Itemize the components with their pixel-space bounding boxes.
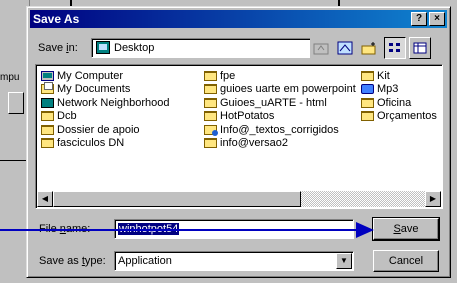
list-item[interactable]: Dossier de apoio [41, 123, 170, 137]
up-folder-icon [313, 43, 329, 55]
scroll-thumb[interactable] [53, 191, 301, 207]
list-item[interactable]: Info@_textos_corrigidos [204, 123, 356, 137]
list-item[interactable]: fasciculos DN [41, 137, 170, 151]
file-column-3: Kit Mp3 Oficina Orçamentos [361, 69, 437, 123]
scroll-right-icon[interactable]: ▶ [425, 191, 441, 207]
folder-icon [204, 97, 217, 108]
music-folder-icon [361, 84, 374, 95]
dialog-titlebar[interactable]: Save As ? × [30, 10, 447, 28]
folder-icon [361, 97, 374, 108]
desktop-icon [96, 41, 110, 54]
list-item[interactable]: My Documents [41, 82, 170, 97]
save-as-dialog: Save As ? × Save in: Desktop ▼ My Comput… [26, 6, 451, 278]
details-view-icon [413, 42, 427, 54]
background-text-fragment: mpu [0, 72, 20, 83]
save-as-type-value: Application [118, 255, 172, 267]
annotation-arrow-icon [356, 222, 374, 238]
dialog-title: Save As [33, 12, 80, 26]
save-as-type-dropdown[interactable]: Application ▼ [114, 251, 354, 271]
list-view-button[interactable] [384, 37, 406, 59]
folder-icon [204, 70, 217, 81]
list-item[interactable]: My Computer [41, 69, 170, 83]
scroll-left-icon[interactable]: ◀ [37, 191, 53, 207]
folder-icon [41, 124, 54, 135]
chevron-down-icon[interactable]: ▼ [336, 253, 352, 269]
list-item[interactable]: Guioes_uARTE - html [204, 96, 356, 110]
help-button[interactable]: ? [411, 12, 427, 26]
save-in-dropdown[interactable]: Desktop ▼ [91, 38, 330, 58]
list-item[interactable]: HotPotatos [204, 110, 356, 124]
annotation-arrow-line [0, 229, 360, 231]
background-button-fragment [8, 92, 24, 114]
up-one-level-button[interactable] [310, 37, 332, 59]
list-item[interactable]: Orçamentos [361, 110, 437, 124]
desktop-shortcut-icon [337, 41, 353, 55]
save-button[interactable]: Save [372, 217, 440, 241]
desktop-button[interactable] [334, 37, 356, 59]
list-item[interactable]: Kit [361, 69, 437, 83]
horizontal-scrollbar[interactable]: ◀ ▶ [37, 191, 441, 207]
folder-icon [204, 84, 217, 95]
details-view-button[interactable] [409, 37, 431, 59]
file-list[interactable]: My Computer My Documents Network Neighbo… [35, 64, 443, 209]
file-column-2: fpe guioes uarte em powerpoint Guioes_uA… [204, 69, 356, 150]
folder-icon [204, 138, 217, 149]
folder-icon [361, 70, 374, 81]
new-folder-icon [361, 42, 376, 55]
list-item[interactable]: Network Neighborhood [41, 96, 170, 110]
file-column-1: My Computer My Documents Network Neighbo… [41, 69, 170, 150]
documents-icon [41, 82, 54, 95]
computer-icon [41, 70, 54, 81]
list-item[interactable]: guioes uarte em powerpoint [204, 83, 356, 97]
list-item[interactable]: Dcb [41, 110, 170, 124]
web-folder-icon [204, 124, 218, 136]
network-icon [41, 97, 54, 108]
folder-icon [361, 111, 374, 122]
close-button[interactable]: × [429, 12, 445, 26]
folder-icon [204, 111, 217, 122]
list-item[interactable]: Oficina [361, 96, 437, 110]
save-as-type-label: Save as type: [39, 255, 106, 267]
folder-icon [41, 138, 54, 149]
list-item[interactable]: fpe [204, 69, 356, 83]
new-folder-button[interactable] [358, 37, 380, 59]
list-view-icon [389, 43, 400, 52]
folder-icon [41, 111, 54, 122]
save-in-value: Desktop [114, 42, 155, 54]
save-in-label: Save in: [38, 42, 78, 54]
cancel-button[interactable]: Cancel [373, 250, 439, 272]
list-item[interactable]: info@versao2 [204, 137, 356, 151]
list-item[interactable]: Mp3 [361, 83, 437, 97]
